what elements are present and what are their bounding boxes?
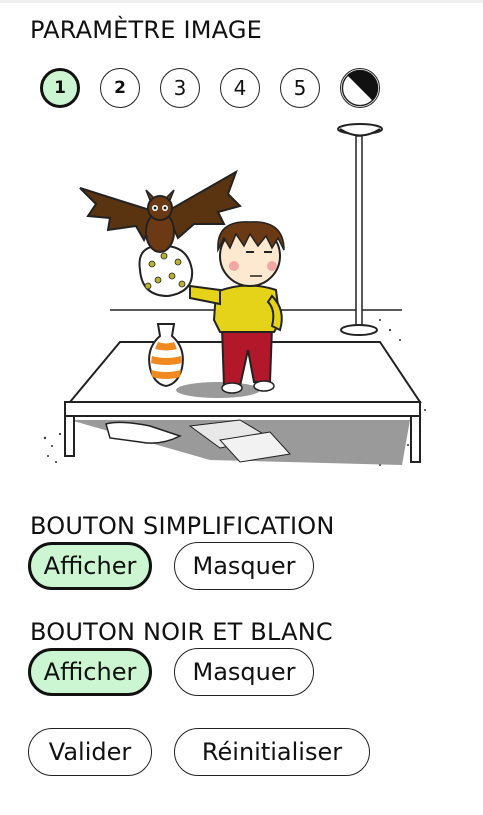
level-2-button[interactable]: 2 <box>100 68 140 108</box>
image-settings-title: PARAMÈTRE IMAGE <box>30 16 263 44</box>
contrast-icon <box>341 69 379 107</box>
black-white-buttons: Afficher Masquer <box>28 648 314 696</box>
level-3-button[interactable]: 3 <box>160 68 200 108</box>
reset-button[interactable]: Réinitialiser <box>174 728 370 776</box>
validate-button[interactable]: Valider <box>28 728 152 776</box>
black-white-hide-button[interactable]: Masquer <box>174 648 314 696</box>
simplification-show-button[interactable]: Afficher <box>28 542 152 590</box>
action-buttons: Valider Réinitialiser <box>28 728 370 776</box>
image-level-selector: 1 2 3 4 5 <box>40 68 380 108</box>
top-border <box>0 0 483 3</box>
level-1-button[interactable]: 1 <box>40 68 80 108</box>
simplification-title: BOUTON SIMPLIFICATION <box>30 512 335 540</box>
simplification-hide-button[interactable]: Masquer <box>174 542 314 590</box>
level-4-button[interactable]: 4 <box>220 68 260 108</box>
black-white-title: BOUTON NOIR ET BLANC <box>30 618 333 646</box>
black-white-show-button[interactable]: Afficher <box>28 648 152 696</box>
simplification-buttons: Afficher Masquer <box>28 542 314 590</box>
level-5-button[interactable]: 5 <box>280 68 320 108</box>
contrast-toggle-button[interactable] <box>340 68 380 108</box>
illustration-image <box>43 123 426 466</box>
